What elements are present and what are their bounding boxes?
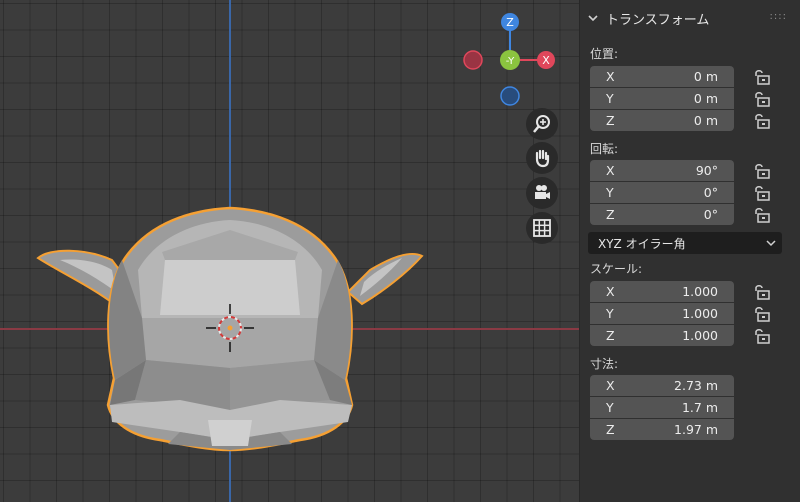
field-value: 0 m [693, 91, 718, 106]
grid-ortho-icon [533, 219, 551, 237]
location-y-field[interactable]: Y 0 m [590, 88, 734, 109]
rotation-x-field[interactable]: X 90° [590, 160, 734, 181]
zoom-button[interactable] [526, 108, 558, 140]
axis-label: Z [606, 328, 615, 343]
scale-z-field[interactable]: Z 1.000 [590, 325, 734, 346]
field-value: 90° [695, 163, 718, 178]
field-value: 1.7 m [681, 400, 718, 415]
panel-title: トランスフォーム [606, 12, 710, 28]
axis-label: Z [606, 207, 615, 222]
dimensions-x-field[interactable]: X 2.73 m [590, 375, 734, 396]
lock-icon[interactable] [753, 163, 771, 179]
lock-icon[interactable] [753, 328, 771, 344]
field-value: 1.000 [682, 284, 718, 299]
gizmo-neg-x[interactable] [463, 50, 483, 70]
axis-label: Z [606, 422, 615, 437]
axis-label: X [606, 69, 615, 84]
scale-x-field[interactable]: X 1.000 [590, 281, 734, 302]
gizmo-neg-y-label: -Y [506, 56, 515, 67]
gizmo-x-label: X [542, 54, 550, 67]
lock-icon[interactable] [753, 207, 771, 223]
location-z-field[interactable]: Z 0 m [590, 110, 734, 131]
axis-label: X [606, 378, 615, 393]
chevron-down-icon [588, 12, 602, 25]
rotation-label: 回転: [590, 142, 619, 156]
gizmo-neg-z[interactable] [500, 86, 520, 106]
drag-grip-icon[interactable]: :::: [770, 11, 787, 22]
axis-label: Y [606, 185, 614, 200]
lock-icon[interactable] [753, 185, 771, 201]
lock-icon[interactable] [753, 306, 771, 322]
field-value: 2.73 m [674, 378, 718, 393]
camera-view-button[interactable] [526, 177, 558, 209]
zoom-icon [533, 115, 550, 133]
rotation-y-field[interactable]: Y 0° [590, 182, 734, 203]
pan-button[interactable] [526, 142, 558, 174]
field-value: 0 m [693, 113, 718, 128]
field-value: 1.000 [682, 328, 718, 343]
field-value: 1.000 [682, 306, 718, 321]
axis-label: Y [606, 400, 614, 415]
chevron-down-icon [766, 240, 776, 247]
axis-label: X [606, 284, 615, 299]
dimensions-z-field[interactable]: Z 1.97 m [590, 419, 734, 440]
rotation-z-field[interactable]: Z 0° [590, 204, 734, 225]
field-value: 0 m [693, 69, 718, 84]
location-x-field[interactable]: X 0 m [590, 66, 734, 87]
scale-label: スケール: [590, 262, 643, 276]
lock-icon[interactable] [753, 69, 771, 85]
axis-label: Y [606, 91, 614, 106]
field-value: 0° [703, 207, 718, 222]
transform-panel: トランスフォーム :::: 位置: X 0 m Y 0 m Z 0 m 回転: … [579, 0, 800, 502]
monkey-mesh[interactable] [30, 200, 430, 455]
hand-pan-icon [535, 149, 550, 168]
axis-label: Y [606, 306, 614, 321]
navigation-gizmo[interactable]: Z X -Y [460, 10, 570, 110]
dimensions-label: 寸法: [590, 357, 619, 371]
lock-icon[interactable] [753, 284, 771, 300]
gizmo-z-label: Z [506, 16, 514, 29]
field-value: 0° [703, 185, 718, 200]
lock-icon[interactable] [753, 91, 771, 107]
dimensions-y-field[interactable]: Y 1.7 m [590, 397, 734, 418]
field-value: 1.97 m [674, 422, 718, 437]
axis-label: Z [606, 113, 615, 128]
panel-header[interactable]: トランスフォーム :::: [580, 0, 800, 36]
rotation-mode-dropdown[interactable]: XYZ オイラー角 [588, 232, 782, 254]
ortho-toggle-button[interactable] [526, 212, 558, 244]
axis-label: X [606, 163, 615, 178]
location-label: 位置: [590, 47, 619, 61]
rotation-mode-value: XYZ オイラー角 [598, 236, 686, 251]
camera-icon [535, 185, 550, 199]
lock-icon[interactable] [753, 113, 771, 129]
scale-y-field[interactable]: Y 1.000 [590, 303, 734, 324]
